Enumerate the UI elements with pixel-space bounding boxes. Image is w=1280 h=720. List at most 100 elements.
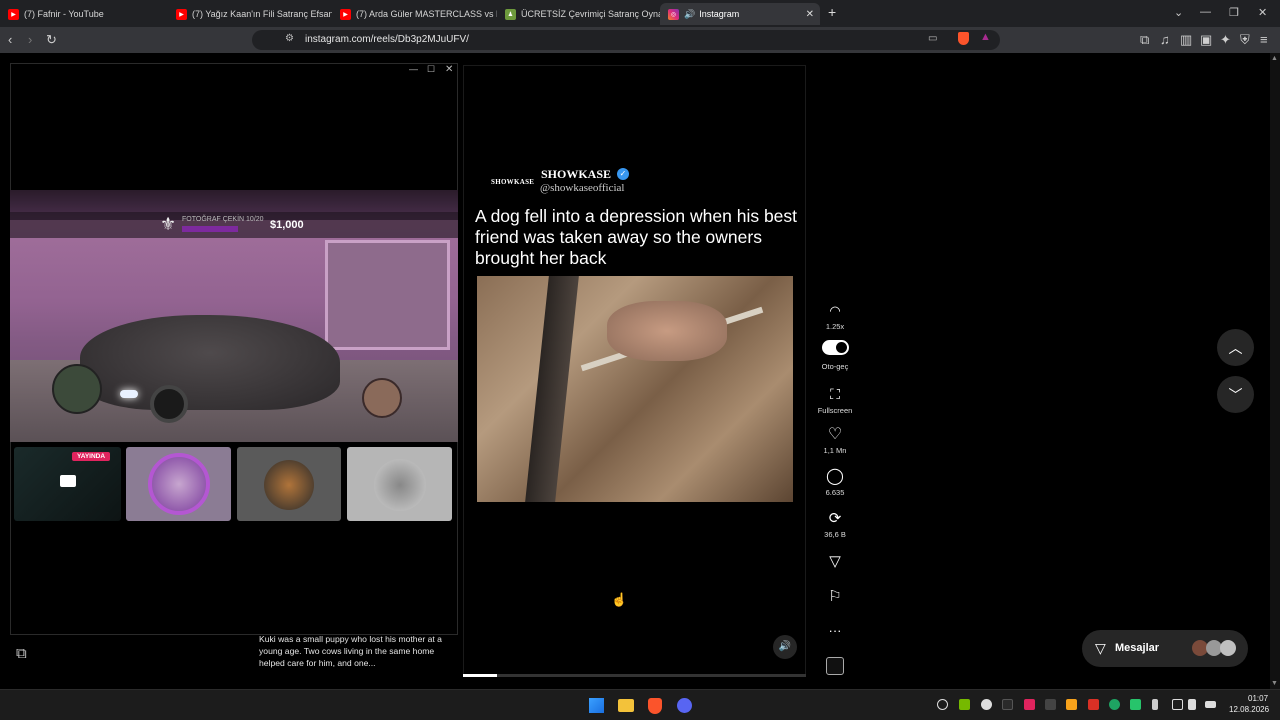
discord-icon[interactable]: [677, 698, 692, 713]
like-button[interactable]: ♡ 1,1 Mn: [815, 424, 855, 455]
tab-instagram[interactable]: ◎ 🔊 Instagram ✕: [660, 3, 820, 25]
reel-video-frame: [477, 276, 793, 502]
minimize-icon[interactable]: —: [409, 64, 418, 74]
speaker-icon[interactable]: [1188, 699, 1196, 710]
stream-thumbnail-2[interactable]: [126, 447, 231, 521]
comment-count: 6.635: [825, 488, 845, 497]
extensions-icon[interactable]: ⧉: [1140, 32, 1149, 48]
stream-thumbnail-4[interactable]: [347, 447, 452, 521]
tray-icon[interactable]: [1002, 699, 1013, 710]
tray-icon[interactable]: [1024, 699, 1035, 710]
save-button[interactable]: ⚐: [815, 587, 855, 606]
nvidia-icon[interactable]: [959, 699, 970, 710]
messages-label: Mesajlar: [1115, 642, 1160, 654]
tab-yagiz-kaan[interactable]: ▶ (7) Yağız Kaan'ın Fili Satranç Efsanes…: [168, 3, 332, 25]
comment-icon: ◯: [826, 468, 844, 485]
back-icon[interactable]: ‹: [8, 32, 12, 48]
previous-reel-button[interactable]: ︿: [1217, 329, 1254, 366]
volume-icon[interactable]: 🔊: [773, 635, 797, 659]
send-icon: ▽: [1095, 640, 1106, 656]
scrollbar[interactable]: ▲ ▼: [1270, 53, 1280, 689]
send-icon: ▽: [829, 553, 841, 570]
tray-icon[interactable]: [1130, 699, 1141, 710]
brave-shield-icon[interactable]: [958, 32, 969, 45]
pip-titlebar: — ☐ ✕: [11, 64, 457, 78]
reload-icon[interactable]: ↻: [46, 32, 57, 48]
tab-chess[interactable]: ♟ ÜCRETSİZ Çevrimiçi Satranç Oynayın: [497, 3, 660, 25]
progress-fill: [463, 674, 498, 677]
close-tab-icon[interactable]: ✕: [806, 9, 814, 20]
leo-icon[interactable]: ✦: [1220, 32, 1231, 48]
repost-button[interactable]: ⟳ 36,6 B: [815, 509, 855, 539]
progress-track[interactable]: [463, 674, 806, 677]
tab-title: (7) Fafnir - YouTube: [24, 9, 104, 19]
tray-icon[interactable]: [1109, 699, 1120, 710]
tab-title: Instagram: [699, 9, 740, 19]
share-button[interactable]: ▽: [815, 552, 855, 571]
chess-icon: ♟: [505, 8, 516, 20]
taskbar: 01:07 12.08.2026: [0, 689, 1280, 720]
car-headlight: [120, 390, 138, 398]
file-explorer-icon[interactable]: [618, 699, 634, 712]
tab-strip: ▶ (7) Fafnir - YouTube ▶ (7) Yağız Kaan'…: [0, 0, 1280, 27]
fullscreen-button[interactable]: ⛶ Fullscreen: [815, 386, 855, 415]
audio-thumbnail[interactable]: [826, 657, 844, 675]
microphone-icon[interactable]: [1152, 699, 1158, 710]
maximize-icon[interactable]: ❐: [1229, 6, 1239, 19]
tab-arda-guler[interactable]: ▶ (7) Arda Güler MASTERCLASS vs Fer: [332, 3, 497, 25]
scroll-down-icon[interactable]: ▼: [1271, 680, 1278, 687]
close-icon[interactable]: ✕: [445, 64, 453, 75]
close-window-icon[interactable]: ✕: [1258, 6, 1267, 19]
clock-time[interactable]: 01:07: [1248, 694, 1268, 703]
brave-browser-icon[interactable]: [648, 698, 662, 714]
audio-icon: 🔊: [684, 8, 696, 19]
more-button[interactable]: ···: [815, 622, 855, 640]
tab-fafnir[interactable]: ▶ (7) Fafnir - YouTube: [0, 3, 168, 25]
wallet-icon[interactable]: ▣: [1200, 32, 1212, 48]
youtube-icon: ▶: [176, 8, 187, 20]
avatar: [148, 453, 210, 515]
tray-icon[interactable]: [1045, 699, 1056, 710]
menu-icon[interactable]: ≡: [1260, 32, 1268, 48]
music-icon[interactable]: ♫: [1160, 32, 1170, 48]
stream-thumbnail-3[interactable]: [237, 447, 341, 521]
game-stream-video[interactable]: ⚜ FOTOĞRAF ÇEKİN 10/20 $1,000: [10, 190, 458, 442]
url-text: instagram.com/reels/Db3p2MJuUFV/: [305, 34, 469, 45]
clock-date[interactable]: 12.08.2026: [1229, 705, 1269, 714]
speed-button[interactable]: ◠ 1.25x: [815, 302, 855, 331]
messages-button[interactable]: ▽ Mesajlar: [1082, 630, 1248, 667]
tab-search-icon[interactable]: ⌄: [1174, 6, 1183, 19]
youtube-icon: ▶: [8, 8, 19, 20]
autoplay-label: Oto-geç: [821, 362, 849, 371]
sidebar-icon[interactable]: ▥: [1180, 32, 1192, 48]
shield-icon[interactable]: ⛨: [1240, 32, 1250, 48]
reel-caption: A dog fell into a depression when his be…: [475, 206, 798, 268]
reel-description[interactable]: Kuki was a small puppy who lost his moth…: [259, 633, 445, 669]
brave-rewards-icon[interactable]: ▲: [980, 31, 991, 43]
maximize-icon[interactable]: ☐: [427, 64, 435, 75]
network-icon[interactable]: [1172, 699, 1183, 710]
monitor-icon: [60, 475, 76, 487]
new-tab-button[interactable]: +: [828, 4, 836, 20]
site-info-icon[interactable]: ⚙: [285, 33, 294, 44]
fullscreen-icon: ⛶: [830, 386, 840, 402]
tray-icon[interactable]: [1066, 699, 1077, 710]
tray-icon[interactable]: [1088, 699, 1099, 710]
apps-icon[interactable]: ⧉: [16, 645, 27, 662]
tray-icon[interactable]: [981, 699, 992, 710]
windows-start-icon[interactable]: [589, 698, 604, 713]
cast-icon[interactable]: ▭: [928, 33, 937, 44]
next-reel-button[interactable]: ﹀: [1217, 376, 1254, 413]
stream-thumbnail-live[interactable]: YAYINDA: [14, 447, 121, 521]
comment-button[interactable]: ◯ 6.635: [815, 466, 855, 497]
forward-icon[interactable]: ›: [28, 32, 32, 48]
battery-icon[interactable]: [1205, 701, 1216, 708]
bookmark-icon: ⚐: [828, 588, 842, 605]
live-badge: YAYINDA: [72, 452, 111, 461]
minimize-icon[interactable]: —: [1200, 6, 1211, 18]
scroll-up-icon[interactable]: ▲: [1271, 55, 1278, 62]
tray-icon[interactable]: [937, 699, 948, 710]
autoplay-toggle[interactable]: Oto-geç: [815, 340, 855, 371]
hud-mission-bar: [182, 226, 238, 232]
tab-title: (7) Yağız Kaan'ın Fili Satranç Efsanesi: [192, 9, 332, 19]
